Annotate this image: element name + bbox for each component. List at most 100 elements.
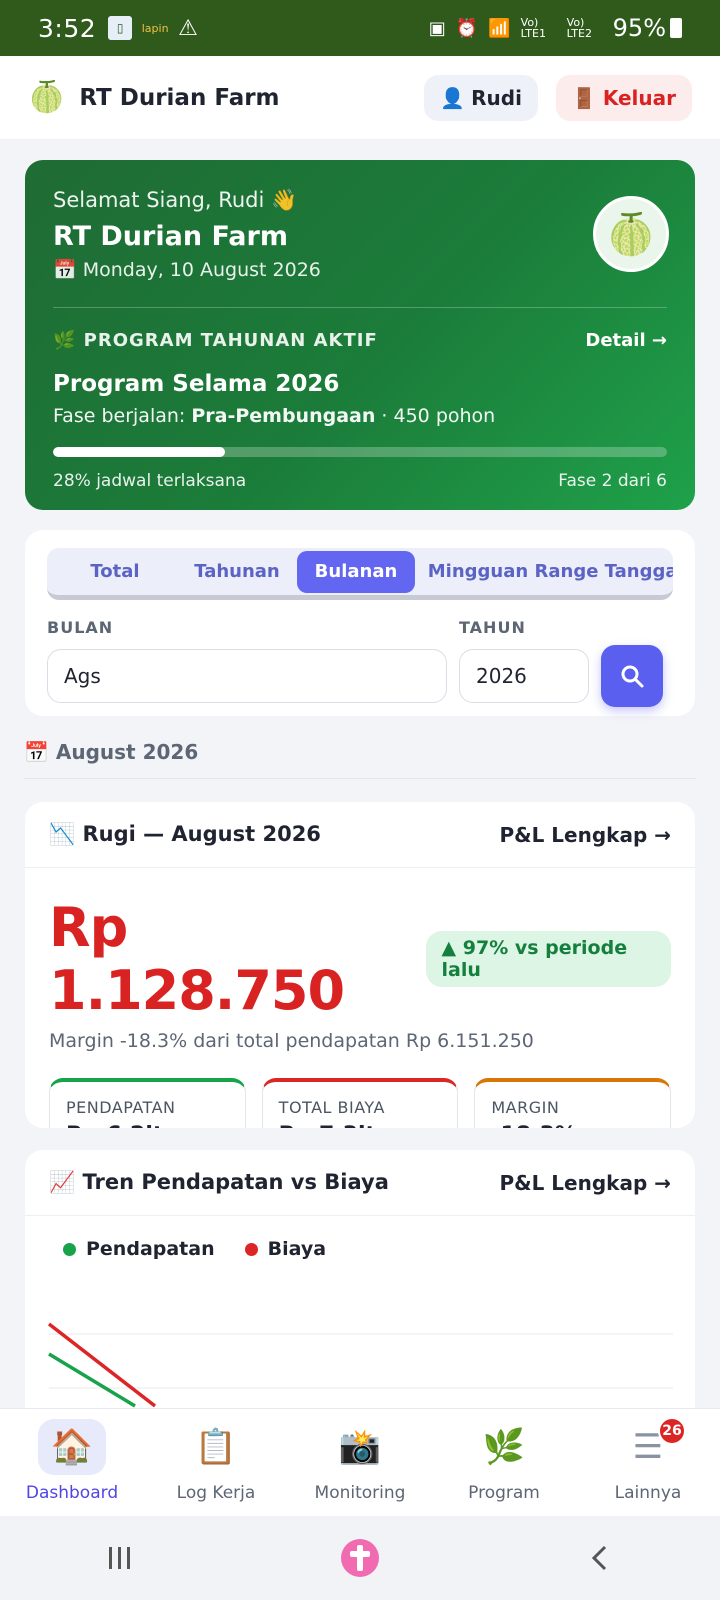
trend-title: 📈 Tren Pendapatan vs Biaya	[49, 1170, 389, 1194]
divider	[53, 307, 667, 308]
trend-full-link[interactable]: P&L Lengkap →	[499, 1171, 671, 1195]
user-name: Rudi	[471, 85, 522, 110]
profit-loss-card: 📉 Rugi — August 2026 P&L Lengkap → Rp 1.…	[25, 802, 695, 1128]
legend-dot	[63, 1243, 76, 1256]
margin-note: Margin -18.3% dari total pendapatan Rp 6…	[49, 1030, 534, 1052]
tab-tahunan[interactable]: Tahunan	[177, 551, 297, 593]
durian-avatar-icon: 🍈	[593, 196, 669, 272]
kpi-margin: MARGIN -18.3%	[474, 1078, 672, 1128]
period-tabs: Total Tahunan Bulanan Mingguan Range Tangga	[47, 548, 673, 600]
progress-text: 28% jadwal terlaksana	[53, 471, 247, 491]
nav-dashboard[interactable]: 🏠 Dashboard	[0, 1409, 144, 1516]
tab-range-tangga[interactable]: Range Tangga	[535, 551, 674, 593]
kpi-value: -18.3%	[491, 1123, 654, 1128]
tree-count: · 450 pohon	[375, 405, 496, 427]
durian-logo-icon: 🍈	[28, 80, 66, 115]
logout-button[interactable]: 🚪 Keluar	[555, 74, 692, 121]
recent-apps-button[interactable]	[80, 1528, 160, 1588]
phase-name: Pra-Pembungaan	[191, 405, 376, 427]
signal1-label: Vo) LTE1	[520, 16, 546, 40]
clock: 3:52	[38, 13, 97, 43]
lapin-notification-icon: lapin	[141, 21, 169, 35]
program-title: Program Selama 2026	[53, 371, 340, 397]
battery-icon	[670, 18, 682, 38]
kpi-value: Rp 7.3jt	[279, 1123, 442, 1128]
chart-legend: Pendapatan Biaya	[63, 1238, 657, 1260]
wifi-icon: 📶	[488, 17, 511, 39]
month-select[interactable]: Ags	[47, 649, 447, 703]
legend-item-biaya: Biaya	[244, 1238, 327, 1260]
tab-bulanan[interactable]: Bulanan	[297, 550, 415, 593]
kpi-value: Rp 6.2jt	[66, 1123, 229, 1128]
pl-full-link[interactable]: P&L Lengkap →	[499, 823, 671, 847]
back-button[interactable]	[560, 1528, 640, 1588]
home-icon: 🏠	[38, 1419, 106, 1475]
user-chip[interactable]: 👤 Rudi	[424, 74, 538, 121]
clipboard-icon: 📋	[194, 1427, 238, 1467]
system-navigation	[0, 1516, 720, 1600]
app-notification-icon: ▯	[108, 16, 133, 40]
progress-fill	[53, 447, 225, 457]
program-label: 🌿 PROGRAM TAHUNAN AKTIF	[53, 330, 378, 351]
legend-label: Biaya	[267, 1238, 327, 1260]
kpi-label: MARGIN	[491, 1098, 560, 1117]
legend-label: Pendapatan	[86, 1238, 215, 1260]
kpi-label: PENDAPATAN	[66, 1098, 176, 1117]
program-detail-link[interactable]: Detail →	[585, 330, 667, 351]
nav-label: Log Kerja	[176, 1483, 256, 1503]
nav-program[interactable]: 🌿 Program	[432, 1409, 576, 1516]
home-button[interactable]	[320, 1528, 400, 1588]
system-indicators: ▣ ⏰ 📶 Vo) LTE1 Vo) LTE2 95%	[429, 14, 682, 42]
notification-icons: ▯ lapin ⚠	[108, 16, 198, 41]
camera-icon: 📸	[338, 1427, 382, 1467]
trend-chart	[47, 1322, 673, 1408]
search-button[interactable]	[601, 645, 663, 707]
program-phase: Fase berjalan: Pra-Pembungaan · 450 poho…	[53, 405, 667, 427]
nav-log-kerja[interactable]: 📋 Log Kerja	[144, 1409, 288, 1516]
notification-badge: 26	[658, 1417, 686, 1445]
warning-icon: ⚠	[178, 15, 198, 41]
current-date: 📅 Monday, 10 August 2026	[53, 259, 321, 281]
trend-card: 📈 Tren Pendapatan vs Biaya P&L Lengkap →…	[25, 1150, 695, 1410]
door-icon: 🚪	[571, 85, 597, 110]
pl-title: 📉 Rugi — August 2026	[49, 822, 321, 846]
tab-mingguan[interactable]: Mingguan	[415, 551, 541, 593]
signal2-label: Vo) LTE2	[566, 16, 592, 40]
battery: 95%	[613, 14, 682, 42]
kpi-total-biaya: TOTAL BIAYA Rp 7.3jt	[261, 1078, 459, 1128]
phase-count: Fase 2 dari 6	[558, 471, 667, 491]
month-label: BULAN	[47, 618, 114, 637]
nav-label: Lainnya	[614, 1483, 682, 1503]
kpi-row: PENDAPATAN Rp 6.2jt TOTAL BIAYA Rp 7.3jt MAR…	[49, 1078, 672, 1128]
year-label: TAHUN	[459, 618, 526, 637]
legend-dot	[244, 1243, 258, 1256]
battery-saver-icon: ▣	[428, 17, 446, 39]
tab-total[interactable]: Total	[53, 551, 177, 593]
nav-lainnya[interactable]: ☰ Lainnya 26	[576, 1409, 720, 1516]
phase-prefix: Fase berjalan:	[53, 405, 192, 427]
logout-label: Keluar	[602, 85, 676, 110]
battery-percent: 95%	[612, 14, 666, 42]
herb-icon: 🌿	[482, 1427, 526, 1467]
period-filter: Total Tahunan Bulanan Mingguan Range Tangga …	[25, 530, 695, 716]
recent-apps-icon	[109, 1547, 130, 1569]
nav-monitoring[interactable]: 📸 Monitoring	[288, 1409, 432, 1516]
back-icon	[591, 1545, 607, 1571]
search-icon	[621, 665, 644, 688]
nav-label: Monitoring	[314, 1483, 406, 1503]
nav-label: Program	[468, 1483, 540, 1503]
kpi-label: TOTAL BIAYA	[278, 1098, 385, 1117]
legend-item-pendapatan: Pendapatan	[63, 1238, 215, 1260]
program-progress-bar	[53, 447, 667, 457]
app-header: 🍈 RT Durian Farm 👤 Rudi 🚪 Keluar	[0, 56, 720, 140]
bottom-navigation: 🏠 Dashboard 📋 Log Kerja 📸 Monitoring 🌿 Program ☰…	[0, 1408, 720, 1516]
user-icon: 👤	[440, 85, 466, 110]
brand-name: RT Durian Farm	[79, 84, 280, 111]
alarm-icon: ⏰	[455, 17, 479, 39]
nav-label: Dashboard	[25, 1483, 119, 1503]
greeting: Selamat Siang, Rudi 👋	[53, 188, 298, 212]
loss-amount: Rp 1.128.750	[49, 896, 345, 1022]
status-bar: 3:52 ▯ lapin ⚠ ▣ ⏰ 📶 Vo) LTE1 Vo) LTE2 9…	[0, 0, 720, 56]
year-input[interactable]: 2026	[459, 649, 589, 703]
change-badge: ▲ 97% vs periode lalu	[425, 931, 671, 987]
